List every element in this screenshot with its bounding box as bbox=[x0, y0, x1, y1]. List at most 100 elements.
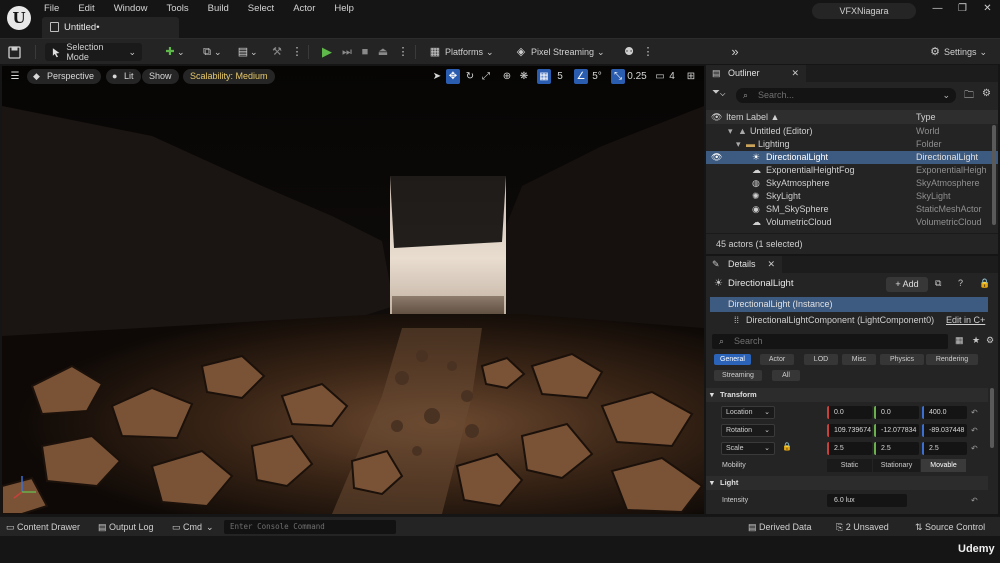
blueprint-icon[interactable]: ⧉ bbox=[935, 278, 941, 289]
outliner-row[interactable]: ◉ SM_SkySphere StaticMeshActor bbox=[706, 203, 998, 216]
menu-tools[interactable]: Tools bbox=[166, 2, 196, 15]
user-options-button[interactable]: ⋮ bbox=[641, 43, 655, 61]
expand-toolbar-button[interactable]: » bbox=[728, 43, 742, 61]
console-command-input[interactable]: Enter Console Command bbox=[224, 520, 396, 534]
stop-button[interactable]: ■ bbox=[358, 43, 372, 61]
mobility-static[interactable]: Static bbox=[827, 459, 872, 472]
add-component-button[interactable]: + Add bbox=[886, 277, 928, 292]
location-x-field[interactable]: 0.0 bbox=[827, 406, 872, 419]
details-tab[interactable]: ✎ Details ✕ bbox=[706, 256, 782, 273]
minimize-button[interactable]: — bbox=[925, 3, 950, 14]
menu-window[interactable]: Window bbox=[114, 2, 156, 15]
mobility-movable[interactable]: Movable bbox=[921, 459, 966, 472]
play-button[interactable]: ▶ bbox=[320, 43, 334, 61]
maximize-button[interactable]: ❐ bbox=[950, 3, 975, 14]
level-viewport[interactable]: ☰ ◆ Perspective ● Lit Show Scalability: … bbox=[2, 66, 704, 514]
mobility-stationary[interactable]: Stationary bbox=[873, 459, 920, 472]
details-settings-icon[interactable]: ⚙ bbox=[986, 335, 994, 346]
scale-z-field[interactable]: 2.5 bbox=[922, 442, 967, 455]
column-type[interactable]: Type bbox=[916, 110, 936, 124]
source-control-button[interactable]: ⇅ Source Control bbox=[915, 517, 985, 537]
lock-ratio-icon[interactable]: 🔒 bbox=[782, 442, 792, 451]
camera-speed-value[interactable]: 4 bbox=[667, 69, 677, 84]
category-tab-streaming[interactable]: Streaming bbox=[714, 370, 762, 381]
instance-row[interactable]: DirectionalLight (Instance) bbox=[710, 297, 988, 312]
users-button[interactable]: ⚉ bbox=[622, 43, 636, 61]
expand-arrow-icon[interactable]: ▾ bbox=[736, 138, 741, 151]
modeling-button[interactable]: ⚒ bbox=[270, 43, 284, 61]
camera-speed-icon[interactable]: ▭ bbox=[653, 69, 667, 84]
reset-arrow-icon[interactable]: ↶ bbox=[971, 440, 978, 457]
menu-actor[interactable]: Actor bbox=[293, 2, 323, 15]
close-window-button[interactable]: ✕ bbox=[975, 3, 1000, 14]
perspective-button[interactable]: ◆ Perspective bbox=[27, 69, 102, 84]
blueprint-button[interactable]: ⧉ ⌄ bbox=[200, 43, 221, 61]
settings-dropdown[interactable]: ⚙ Settings ⌄ bbox=[928, 43, 987, 61]
menu-help[interactable]: Help bbox=[334, 2, 362, 15]
platforms-dropdown[interactable]: ▦ Platforms ⌄ bbox=[428, 43, 494, 61]
category-tab-actor[interactable]: Actor bbox=[760, 354, 794, 365]
angle-snap-icon[interactable]: ∠ bbox=[574, 69, 588, 84]
scale-snap-icon[interactable]: ⤡ bbox=[611, 69, 625, 84]
more-options-button[interactable]: ⋮ bbox=[290, 43, 304, 61]
close-icon[interactable]: ✕ bbox=[791, 65, 799, 82]
scale-snap-value[interactable]: 0.25 bbox=[626, 69, 648, 84]
lock-icon[interactable]: 🔒 bbox=[979, 278, 990, 289]
angle-snap-value[interactable]: 5° bbox=[589, 69, 605, 84]
details-search-input[interactable]: ⌕ Search bbox=[712, 334, 948, 349]
intensity-field[interactable]: 6.0 lux bbox=[827, 494, 907, 507]
category-tab-misc[interactable]: Misc bbox=[842, 354, 876, 365]
outliner-row[interactable]: ✺ SkyLight SkyLight bbox=[706, 190, 998, 203]
category-tab-all[interactable]: All bbox=[772, 370, 800, 381]
rotate-icon[interactable]: ↻ bbox=[463, 69, 477, 84]
eject-button[interactable]: ⏏ bbox=[376, 43, 390, 61]
category-tab-rendering[interactable]: Rendering bbox=[926, 354, 978, 365]
grid-snap-icon[interactable]: ▦ bbox=[537, 69, 551, 84]
location-y-field[interactable]: 0.0 bbox=[874, 406, 919, 419]
save-button[interactable] bbox=[8, 43, 21, 61]
category-tab-general[interactable]: General bbox=[714, 354, 751, 365]
outliner-settings-icon[interactable]: ⚙ bbox=[982, 88, 991, 99]
content-drawer-button[interactable]: ▭ Content Drawer bbox=[6, 517, 80, 537]
visibility-icon[interactable]: 👁 bbox=[711, 110, 722, 124]
scale-x-field[interactable]: 2.5 bbox=[827, 442, 872, 455]
reset-arrow-icon[interactable]: ↶ bbox=[971, 492, 978, 509]
filter-icon[interactable]: ⏷⌄ bbox=[712, 87, 725, 98]
outliner-row[interactable]: ☁ ExponentialHeightFog ExponentialHeigh bbox=[706, 164, 998, 177]
expand-arrow-icon[interactable]: ▾ bbox=[728, 125, 733, 138]
outliner-row[interactable]: ◍ SkyAtmosphere SkyAtmosphere bbox=[706, 177, 998, 190]
add-folder-icon[interactable]: 🗀 bbox=[964, 88, 974, 105]
add-content-button[interactable]: ✚ ⌄ bbox=[163, 43, 184, 61]
rotation-x-field[interactable]: 109.739674 bbox=[827, 424, 872, 437]
layout-icon[interactable]: ⊞ bbox=[684, 69, 698, 84]
advance-frame-button[interactable]: ⏭ bbox=[340, 43, 354, 61]
close-icon[interactable]: ✕ bbox=[767, 256, 775, 273]
outliner-search-input[interactable]: ⌕ Search... ⌄ bbox=[736, 88, 956, 103]
favorite-star-icon[interactable]: ★ bbox=[972, 335, 980, 346]
component-row[interactable]: ⁞⁞ DirectionalLightComponent (LightCompo… bbox=[710, 313, 988, 328]
show-button[interactable]: Show bbox=[142, 69, 179, 84]
transform-section[interactable]: ▾ Transform bbox=[706, 388, 988, 402]
selection-mode-dropdown[interactable]: Selection Mode ⌄ bbox=[45, 42, 142, 62]
outliner-row[interactable]: ☁ VolumetricCloud VolumetricCloud bbox=[706, 216, 998, 229]
viewport-menu-button[interactable]: ☰ bbox=[8, 69, 22, 84]
play-options-button[interactable]: ⋮ bbox=[396, 43, 410, 61]
outliner-row[interactable]: ▾ ▲ Untitled (Editor) World bbox=[706, 125, 998, 138]
scale-y-field[interactable]: 2.5 bbox=[874, 442, 919, 455]
reset-arrow-icon[interactable]: ↶ bbox=[971, 404, 978, 421]
scale-icon[interactable]: ⤢ bbox=[479, 69, 493, 84]
unsaved-button[interactable]: ⎘ 2 Unsaved bbox=[836, 517, 889, 537]
lit-mode-button[interactable]: ● Lit bbox=[106, 69, 141, 84]
surface-snap-icon[interactable]: ❋ bbox=[517, 69, 531, 84]
outliner-tab[interactable]: ▤ Outliner ✕ bbox=[706, 65, 806, 82]
category-tab-physics[interactable]: Physics bbox=[880, 354, 924, 365]
translate-icon[interactable]: ✥ bbox=[446, 69, 460, 84]
reset-arrow-icon[interactable]: ↶ bbox=[971, 422, 978, 439]
world-space-icon[interactable]: ⊕ bbox=[500, 69, 514, 84]
rotation-z-field[interactable]: -89.037448 bbox=[922, 424, 967, 437]
location-mode-dropdown[interactable]: Location ⌄ bbox=[721, 406, 775, 419]
outliner-row[interactable]: ▾ ▬ Lighting Folder bbox=[706, 138, 998, 151]
grid-snap-value[interactable]: 5 bbox=[554, 69, 566, 84]
select-mode-icon[interactable]: ➤ bbox=[430, 69, 444, 84]
rotation-mode-dropdown[interactable]: Rotation ⌄ bbox=[721, 424, 775, 437]
